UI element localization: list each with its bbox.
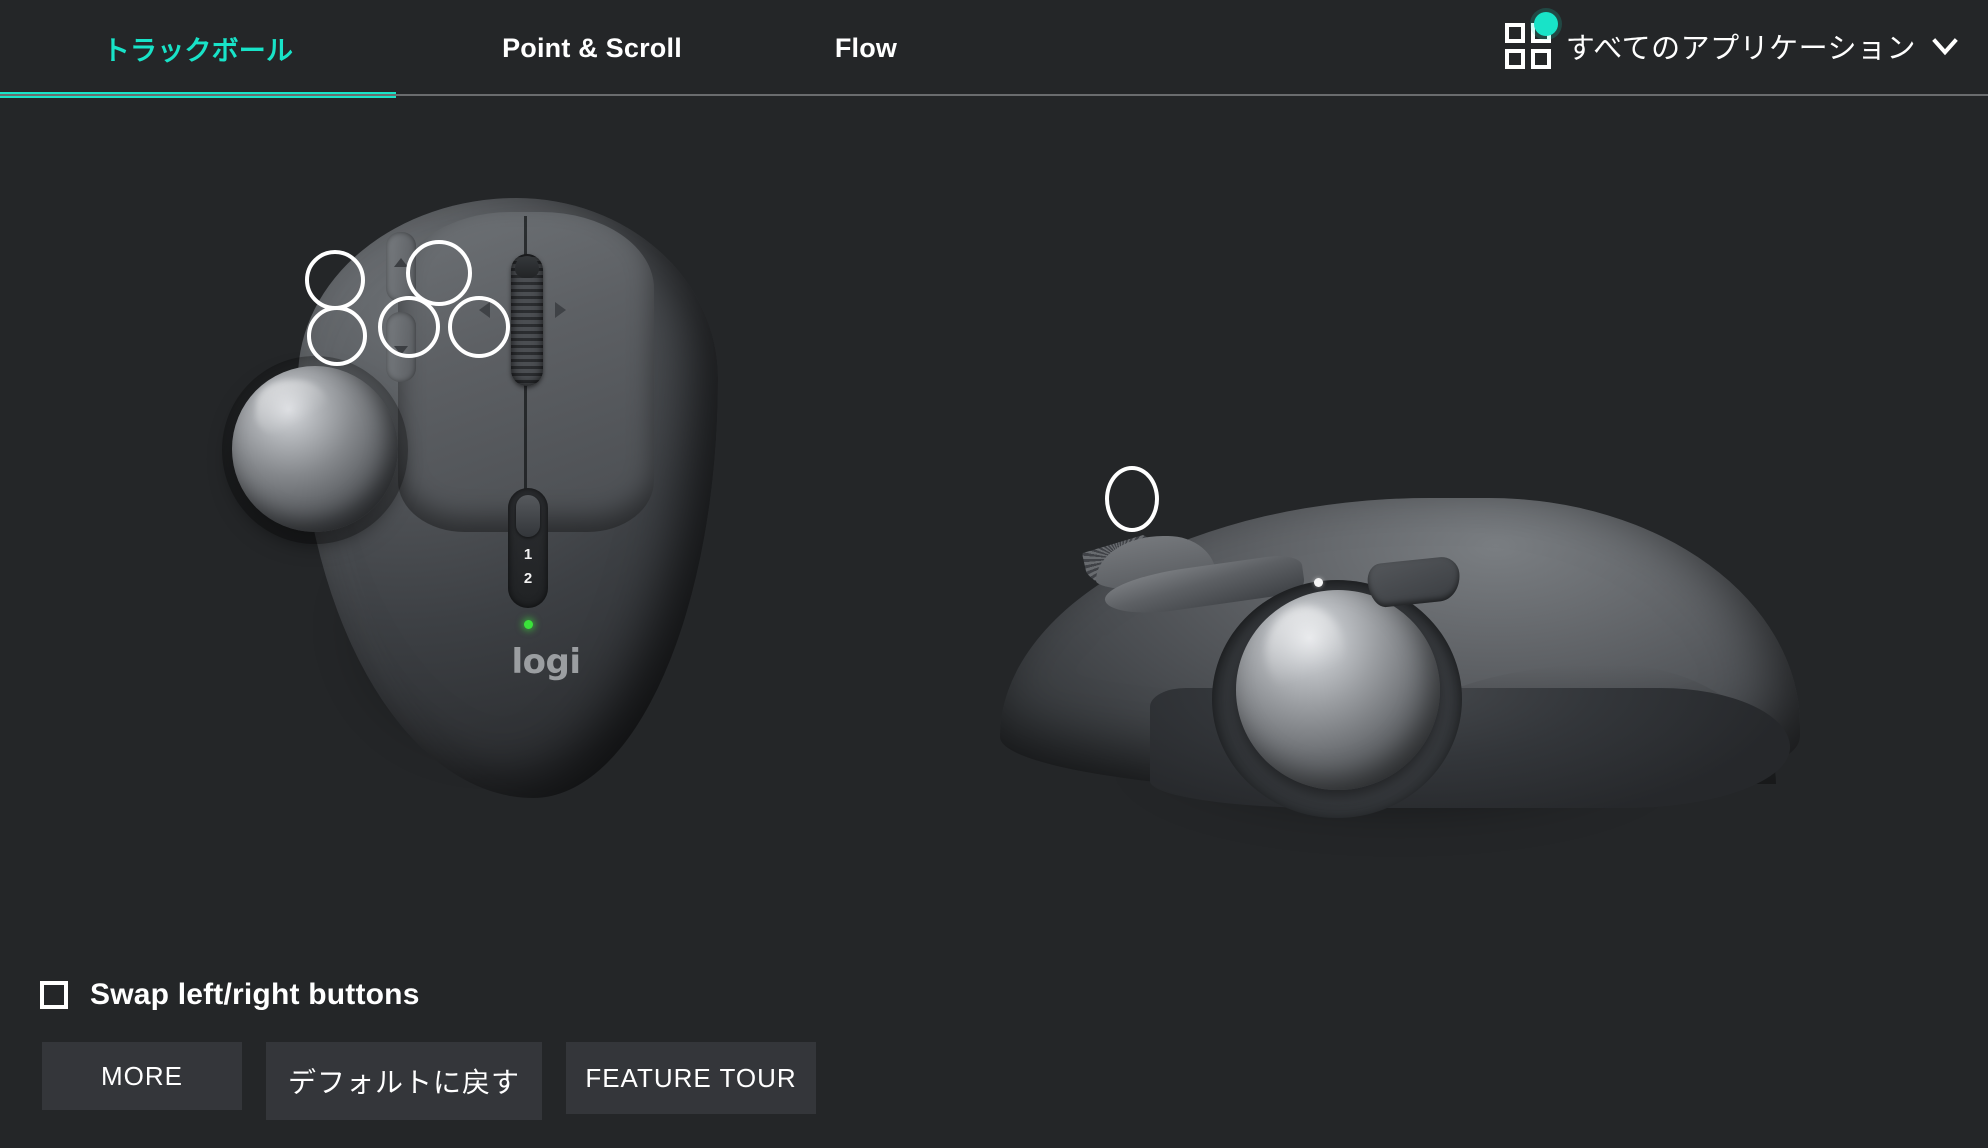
- highlight-precision-mode-button[interactable]: [1105, 466, 1159, 532]
- device-stage: 1 2 logi: [0, 98, 1988, 958]
- highlight-wheel-tilt-right[interactable]: [448, 296, 510, 358]
- channel-label-2: 2: [523, 570, 533, 587]
- tab-point-and-scroll-label: Point & Scroll: [502, 32, 682, 63]
- tab-flow[interactable]: Flow: [804, 0, 928, 96]
- grid-apps-icon: [1504, 12, 1558, 70]
- grid-square-3: [1504, 49, 1525, 69]
- tab-trackball[interactable]: トラックボール: [0, 0, 396, 96]
- more-button[interactable]: MORE: [42, 1042, 242, 1110]
- status-led: [524, 620, 533, 629]
- status-dot-badge: [1533, 12, 1558, 36]
- logi-brand-logo: logi: [511, 642, 581, 682]
- feature-tour-button[interactable]: FEATURE TOUR: [566, 1042, 816, 1114]
- scroll-wheel-shape: [511, 254, 543, 386]
- swap-buttons-checkbox[interactable]: [40, 981, 68, 1009]
- tilt-right-arrow-icon: [555, 302, 566, 318]
- swap-buttons-row[interactable]: Swap left/right buttons: [40, 978, 420, 1012]
- trackball-ball: [232, 366, 398, 532]
- tab-bar: トラックボール Point & Scroll Flow: [0, 0, 928, 96]
- highlight-wheel-tilt-left[interactable]: [378, 296, 440, 358]
- chevron-down-icon: [1932, 38, 1958, 56]
- channel-switch-button: 1 2: [508, 488, 548, 608]
- app-selector[interactable]: すべてのアプリケーション: [1504, 12, 1960, 78]
- header-divider: [0, 94, 1988, 96]
- highlight-back-button[interactable]: [305, 250, 365, 310]
- tab-point-and-scroll[interactable]: Point & Scroll: [492, 0, 692, 96]
- action-button-row: MORE デフォルトに戻す FEATURE TOUR: [42, 1042, 816, 1120]
- app-header: トラックボール Point & Scroll Flow すべてのアプリケーション: [0, 0, 1988, 98]
- tab-trackball-label: トラックボール: [102, 35, 294, 66]
- side-trackball-ball: [1236, 590, 1440, 790]
- tab-flow-label: Flow: [834, 32, 898, 63]
- channel-switch-nub: [516, 495, 540, 537]
- footer-controls: Swap left/right buttons MORE デフォルトに戻す FE…: [0, 958, 1988, 1148]
- side-indicator-dot: [1314, 578, 1323, 587]
- swap-buttons-label: Swap left/right buttons: [90, 978, 420, 1011]
- highlight-forward-button[interactable]: [307, 306, 367, 366]
- app-selector-label: すべてのアプリケーション: [1565, 33, 1916, 65]
- channel-label-1: 1: [523, 546, 533, 563]
- grid-square-1: [1504, 23, 1525, 43]
- grid-square-4: [1530, 49, 1551, 69]
- restore-defaults-button[interactable]: デフォルトに戻す: [266, 1042, 542, 1120]
